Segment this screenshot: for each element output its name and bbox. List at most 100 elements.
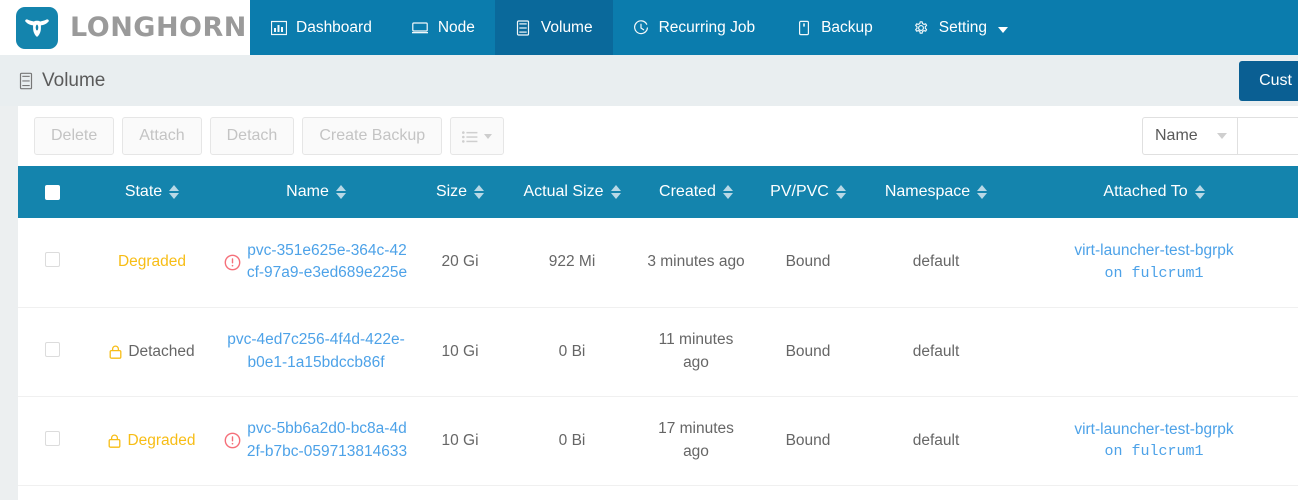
page-header-bar: Volume Cust bbox=[0, 55, 1298, 106]
filter-controls: Name bbox=[1142, 117, 1298, 155]
chevron-down-icon bbox=[1217, 133, 1227, 139]
filter-field-select[interactable]: Name bbox=[1142, 117, 1238, 155]
cell-size: 20 Gi bbox=[414, 218, 506, 308]
cell-name: pvc-4ed7c256-4f4d-422e-b0e1-1a15bdccb86f bbox=[218, 307, 414, 397]
th-namespace[interactable]: Namespace bbox=[862, 166, 1010, 218]
select-all-checkbox[interactable] bbox=[44, 184, 60, 200]
search-input[interactable] bbox=[1238, 117, 1298, 155]
delete-button[interactable]: Delete bbox=[34, 117, 115, 155]
table-row[interactable]: Degraded pvc-351e625e-364c-42cf-97a9-e3ed… bbox=[18, 218, 1298, 308]
brand-logo-area[interactable]: LONGHORN bbox=[0, 0, 250, 55]
nav-label: Backup bbox=[821, 18, 873, 36]
chevron-down-icon bbox=[998, 26, 1009, 33]
sort-toggle-icon[interactable] bbox=[335, 185, 346, 199]
cell-attached-to: virt-launcher-test-bgrpk on fulcrum1 bbox=[1010, 218, 1298, 308]
cell-state: Degraded bbox=[86, 218, 218, 308]
clock-icon bbox=[633, 19, 650, 36]
sort-toggle-icon[interactable] bbox=[722, 185, 733, 199]
lock-icon bbox=[109, 345, 122, 359]
list-menu-button[interactable] bbox=[450, 117, 505, 155]
table-header-row: State Name Size Actual Size Created PV/P… bbox=[18, 166, 1298, 218]
cell-created: 17 minutes ago bbox=[638, 396, 754, 486]
attached-pod-link[interactable]: virt-launcher-test-bgrpk bbox=[1016, 239, 1292, 262]
th-label: Size bbox=[435, 183, 468, 200]
th-select-all[interactable] bbox=[18, 166, 86, 218]
volume-name-link[interactable]: pvc-5bb6a2d0-bc8a-4d2f-b7bc-059713814633 bbox=[246, 418, 408, 463]
cell-state: Detached bbox=[86, 307, 218, 397]
database-icon bbox=[515, 19, 532, 36]
state-label: Detached bbox=[128, 342, 195, 360]
th-state[interactable]: State bbox=[86, 166, 218, 218]
detach-button[interactable]: Detach bbox=[209, 117, 295, 155]
table-row[interactable]: Degraded pvc-5bb6a2d0-bc8a-4d2f-b7bc-0597… bbox=[18, 396, 1298, 486]
volume-name-link[interactable]: pvc-351e625e-364c-42cf-97a9-e3ed689e225e bbox=[246, 240, 408, 285]
lock-icon bbox=[108, 434, 121, 448]
th-label: Created bbox=[659, 183, 716, 200]
attached-pod-link[interactable]: virt-launcher-test-bgrpk bbox=[1016, 418, 1292, 441]
th-label: Attached To bbox=[1103, 183, 1188, 200]
attached-host[interactable]: on fulcrum1 bbox=[1016, 441, 1292, 464]
row-checkbox[interactable] bbox=[44, 430, 60, 446]
nav-item-backup[interactable]: Backup bbox=[775, 0, 893, 55]
warning-icon bbox=[224, 254, 241, 271]
nav-label: Volume bbox=[540, 18, 593, 36]
row-checkbox[interactable] bbox=[44, 341, 60, 357]
list-icon bbox=[462, 130, 478, 143]
cell-select[interactable] bbox=[18, 396, 86, 486]
th-label: Actual Size bbox=[523, 183, 604, 200]
create-backup-button[interactable]: Create Backup bbox=[302, 117, 443, 155]
warning-icon bbox=[224, 432, 241, 449]
gear-icon bbox=[913, 19, 930, 36]
nav-item-dashboard[interactable]: Dashboard bbox=[250, 0, 392, 55]
volume-name-link[interactable]: pvc-4ed7c256-4f4d-422e-b0e1-1a15bdccb86f bbox=[224, 329, 408, 374]
sort-toggle-icon[interactable] bbox=[474, 185, 485, 199]
th-pv-pvc[interactable]: PV/PVC bbox=[754, 166, 862, 218]
brand-name: LONGHORN bbox=[70, 12, 247, 43]
nav-label: Recurring Job bbox=[658, 18, 756, 36]
sort-toggle-icon[interactable] bbox=[610, 185, 621, 199]
cell-pv-pvc: Bound bbox=[754, 218, 862, 308]
th-actual-size[interactable]: Actual Size bbox=[506, 166, 638, 218]
th-created[interactable]: Created bbox=[638, 166, 754, 218]
nav-item-setting[interactable]: Setting bbox=[893, 0, 1028, 55]
nav-item-recurring-job[interactable]: Recurring Job bbox=[613, 0, 776, 55]
cell-select[interactable] bbox=[18, 218, 86, 308]
nav-item-volume[interactable]: Volume bbox=[494, 0, 613, 55]
nav-items: Dashboard Node Volume Recurring Job Back bbox=[250, 0, 1298, 55]
cell-name: pvc-5bb6a2d0-bc8a-4d2f-b7bc-059713814633 bbox=[218, 396, 414, 486]
volume-content-panel: Delete Attach Detach Create Backup Name bbox=[18, 106, 1298, 500]
cell-state: Degraded bbox=[86, 396, 218, 486]
row-checkbox[interactable] bbox=[44, 252, 60, 268]
server-icon bbox=[412, 19, 429, 36]
attach-button[interactable]: Attach bbox=[122, 117, 202, 155]
cell-pv-pvc: Bound bbox=[754, 396, 862, 486]
th-label: Name bbox=[286, 183, 329, 200]
nav-label: Node bbox=[437, 18, 475, 36]
page-title-text: Volume bbox=[42, 69, 106, 91]
volumes-table: State Name Size Actual Size Created PV/P… bbox=[18, 166, 1298, 486]
attached-host[interactable]: on fulcrum1 bbox=[1016, 263, 1292, 286]
cell-size: 10 Gi bbox=[414, 396, 506, 486]
cell-pv-pvc: Bound bbox=[754, 307, 862, 397]
cell-namespace: default bbox=[862, 307, 1010, 397]
table-row[interactable]: Detached pvc-4ed7c256-4f4d-422e-b0e1-1a15… bbox=[18, 307, 1298, 397]
nav-item-node[interactable]: Node bbox=[392, 0, 495, 55]
th-attached-to[interactable]: Attached To bbox=[1010, 166, 1298, 218]
archive-icon bbox=[795, 19, 812, 36]
th-name[interactable]: Name bbox=[218, 166, 414, 218]
sort-toggle-icon[interactable] bbox=[977, 185, 988, 199]
customize-button[interactable]: Cust bbox=[1239, 61, 1298, 101]
sort-toggle-icon[interactable] bbox=[835, 185, 846, 199]
cell-attached-to: virt-launcher-test-bgrpk on fulcrum1 bbox=[1010, 396, 1298, 486]
sort-toggle-icon[interactable] bbox=[169, 185, 180, 199]
th-size[interactable]: Size bbox=[414, 166, 506, 218]
th-label: Namespace bbox=[884, 183, 971, 200]
longhorn-bull-icon bbox=[16, 6, 58, 49]
filter-field-value: Name bbox=[1155, 127, 1198, 144]
cell-name: pvc-351e625e-364c-42cf-97a9-e3ed689e225e bbox=[218, 218, 414, 308]
state-label: Degraded bbox=[127, 431, 196, 449]
sort-toggle-icon[interactable] bbox=[1194, 185, 1205, 199]
volume-icon bbox=[18, 72, 34, 90]
cell-select[interactable] bbox=[18, 307, 86, 397]
cell-size: 10 Gi bbox=[414, 307, 506, 397]
